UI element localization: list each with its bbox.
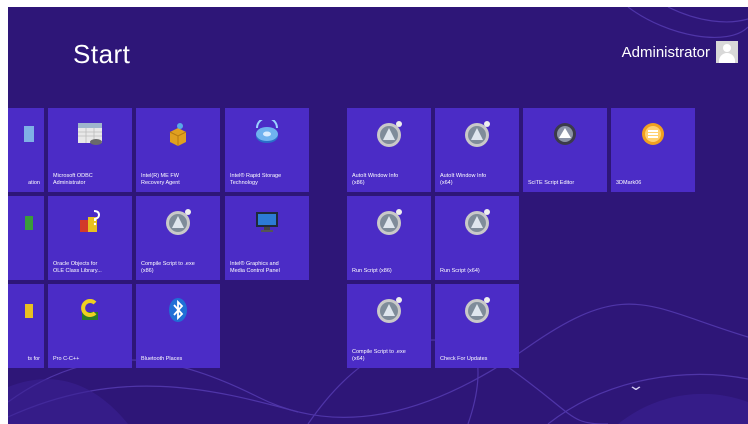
3dmark-icon xyxy=(642,123,664,145)
tile-label: Run Script (x64) xyxy=(440,268,480,274)
tile-label: AutoIt Window Info (x86) xyxy=(352,173,399,186)
user-avatar-icon xyxy=(716,41,738,63)
tile-label: Pro C-C++ xyxy=(53,356,80,362)
tile-autoit-window-info-x86[interactable]: AutoIt Window Info (x86) xyxy=(347,108,431,192)
app-icon xyxy=(25,216,33,230)
autoit-icon xyxy=(377,121,402,147)
tile-label: Intel® Rapid Storage Technology xyxy=(230,173,282,186)
tile-pro-c[interactable]: Pro C-C++ xyxy=(48,284,132,368)
tile-label: Compile Script to .exe (x86) xyxy=(141,261,195,274)
tile-intel-graphics[interactable]: Intel® Graphics and Media Control Panel xyxy=(225,196,309,280)
tile-partial-row1[interactable]: ation xyxy=(8,108,44,192)
tile-label: Intel(R) ME FW Recovery Agent xyxy=(141,173,180,186)
tile-oracle-objects[interactable]: Oracle Objects for OLE Class Library... xyxy=(48,196,132,280)
page-title: Start xyxy=(73,39,131,69)
tile-partial-row2[interactable] xyxy=(8,196,44,280)
oracle-icon xyxy=(80,210,101,232)
tile-partial-row3[interactable]: ts for xyxy=(8,284,44,368)
tile-label: Intel® Graphics and Media Control Panel xyxy=(230,261,280,274)
autoit-icon xyxy=(377,297,402,323)
tile-run-script-x86[interactable]: Run Script (x86) xyxy=(347,196,431,280)
tile-scite-script-editor[interactable]: SciTE Script Editor xyxy=(523,108,607,192)
autoit-icon xyxy=(377,209,402,235)
chevron-down-icon[interactable]: ⌄ xyxy=(627,377,645,394)
tile-label: 3DMark06 xyxy=(616,180,642,186)
autoit-icon xyxy=(465,297,490,323)
package-icon xyxy=(169,123,187,146)
user-account[interactable]: Administrator xyxy=(622,41,738,63)
odbc-icon xyxy=(78,123,102,145)
tile-check-for-updates[interactable]: Check For Updates xyxy=(435,284,519,368)
tile-microsoft-odbc[interactable]: Microsoft ODBC Administrator xyxy=(48,108,132,192)
bluetooth-icon xyxy=(169,298,187,322)
tile-compile-script-x64[interactable]: Compile Script to .exe (x64) xyxy=(347,284,431,368)
proc-icon xyxy=(81,299,98,320)
user-name: Administrator xyxy=(621,43,710,61)
storage-icon xyxy=(256,120,278,143)
autoit-icon xyxy=(465,209,490,235)
tile-label: Run Script (x86) xyxy=(352,268,392,274)
tile-intel-me-fw[interactable]: Intel(R) ME FW Recovery Agent xyxy=(136,108,220,192)
tile-label: Check For Updates xyxy=(440,356,488,362)
app-icon xyxy=(24,126,34,142)
graphics-monitor-icon xyxy=(256,212,278,232)
tile-label: Oracle Objects for OLE Class Library... xyxy=(53,261,102,274)
tile-run-script-x64[interactable]: Run Script (x64) xyxy=(435,196,519,280)
tile-label: ts for xyxy=(27,356,40,362)
app-icon xyxy=(25,304,33,318)
tile-label: Compile Script to .exe (x64) xyxy=(352,349,406,362)
tile-label: Bluetooth Places xyxy=(141,356,183,362)
scite-icon xyxy=(554,123,576,145)
tile-compile-script-x86[interactable]: Compile Script to .exe (x86) xyxy=(136,196,220,280)
autoit-icon xyxy=(465,121,490,147)
autoit-icon xyxy=(166,209,191,235)
tile-label: ation xyxy=(28,180,40,186)
start-screen: Start Administrator ation Microsoft ODBC… xyxy=(8,7,748,424)
tile-label: Microsoft ODBC Administrator xyxy=(53,173,93,186)
tile-bluetooth-places[interactable]: Bluetooth Places xyxy=(136,284,220,368)
tile-intel-rapid-storage[interactable]: Intel® Rapid Storage Technology xyxy=(225,108,309,192)
tile-label: SciTE Script Editor xyxy=(528,180,575,186)
tile-label: AutoIt Window Info (x64) xyxy=(440,173,487,186)
tile-autoit-window-info-x64[interactable]: AutoIt Window Info (x64) xyxy=(435,108,519,192)
tile-3dmark06[interactable]: 3DMark06 xyxy=(611,108,695,192)
